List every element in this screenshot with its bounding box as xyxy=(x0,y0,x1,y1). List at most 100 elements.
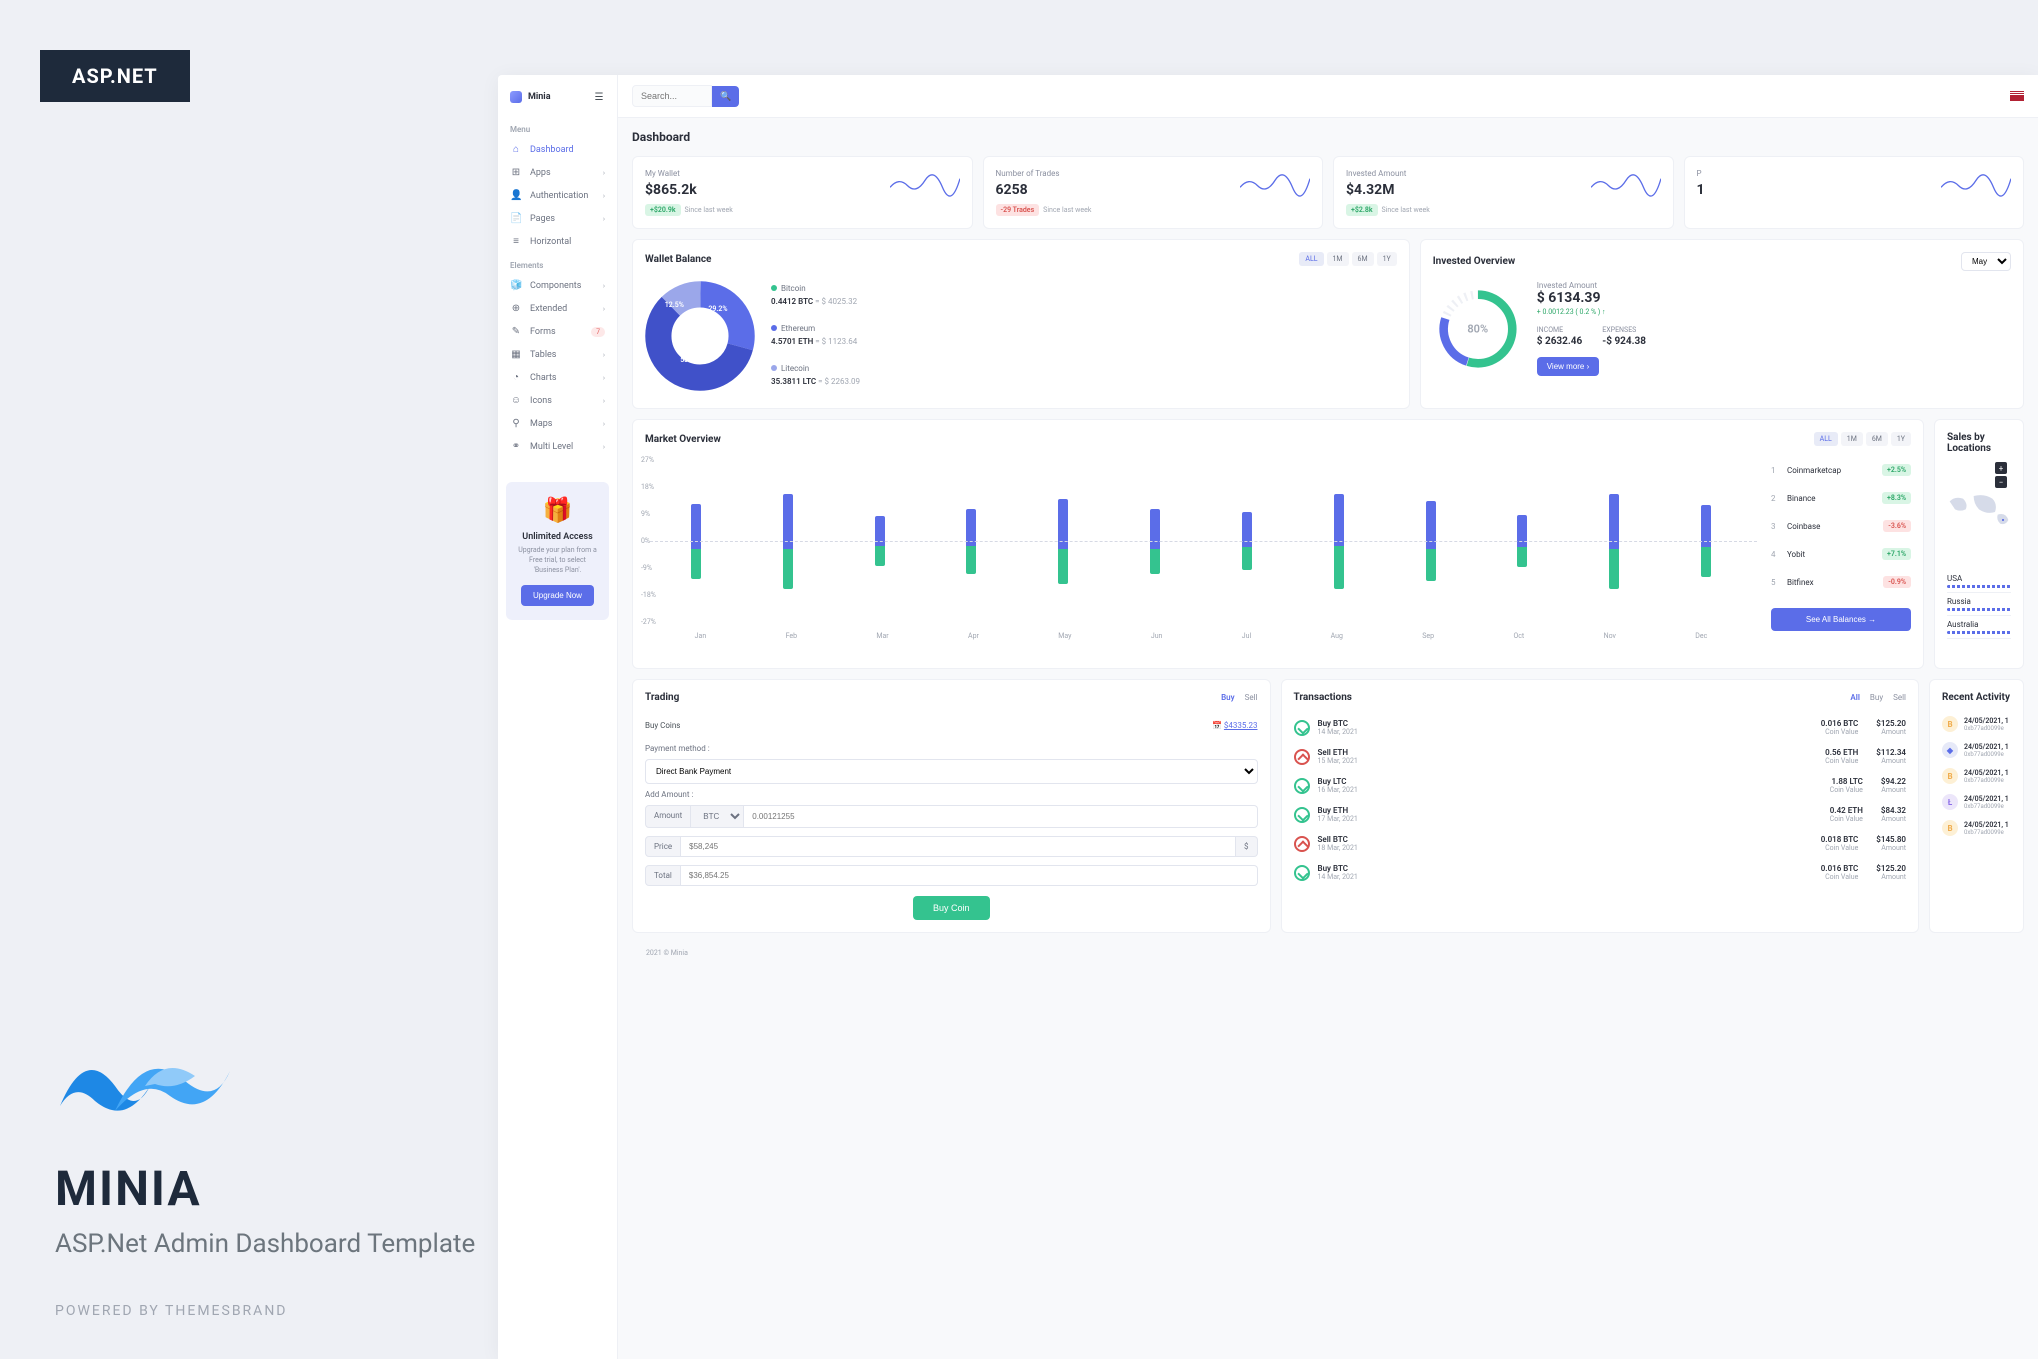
bar-aug xyxy=(1298,456,1380,626)
tx-amount-label: Amount xyxy=(1876,873,1906,881)
stat-note: Since last week xyxy=(1382,206,1430,214)
promo-card: 🎁 Unlimited Access Upgrade your plan fro… xyxy=(506,482,609,620)
bar-apr xyxy=(930,456,1012,626)
balance-name: Bitfinex xyxy=(1783,578,1883,587)
activity-row[interactable]: B 24/05/2021, 10xb77ad0099e xyxy=(1942,815,2011,841)
sidebar-item-maps[interactable]: ⚲Maps› xyxy=(498,412,617,435)
transaction-row[interactable]: Buy BTC14 Mar, 2021 0.016 BTCCoin Value … xyxy=(1294,713,1907,742)
donut-pct-bitcoin: 29.2% xyxy=(708,305,727,313)
hamburger-icon[interactable]: ☰ xyxy=(593,92,605,103)
sidebar-item-components[interactable]: 🧊Components› xyxy=(498,274,617,297)
stat-label: Invested Amount xyxy=(1346,169,1430,178)
sidebar-item-charts[interactable]: ◔Charts› xyxy=(498,366,617,389)
range-tab-1y[interactable]: 1Y xyxy=(1891,432,1911,446)
tab-buy[interactable]: Buy xyxy=(1221,693,1235,702)
transaction-row[interactable]: Buy LTC16 Mar, 2021 1.88 LTCCoin Value $… xyxy=(1294,771,1907,800)
tx-tab-buy[interactable]: Buy xyxy=(1870,693,1883,702)
map-zoom-in[interactable]: + xyxy=(1995,462,2007,474)
sidebar-brand[interactable]: Minia xyxy=(510,91,551,103)
sidebar-icon: 🧊 xyxy=(510,280,522,291)
balance-row[interactable]: 1 Coinmarketcap +2.5% xyxy=(1771,456,1911,484)
balance-row[interactable]: 2 Binance +8.3% xyxy=(1771,484,1911,512)
tx-date: 14 Mar, 2021 xyxy=(1318,873,1813,881)
price-input[interactable] xyxy=(681,836,1236,857)
sell-arrow-icon xyxy=(1294,749,1310,765)
sales-by-locations-card: Sales by Locations + − xyxy=(1934,419,2024,669)
activity-row[interactable]: ◆ 24/05/2021, 10xb77ad0099e xyxy=(1942,737,2011,763)
activity-title: Recent Activity xyxy=(1942,692,2011,703)
sidebar-item-forms[interactable]: ✎Forms7 xyxy=(498,320,617,343)
activity-row[interactable]: B 24/05/2021, 10xb77ad0099e xyxy=(1942,711,2011,737)
sidebar-item-apps[interactable]: ⊞Apps› xyxy=(498,161,617,184)
chevron-right-icon: › xyxy=(603,192,605,200)
calendar-icon[interactable]: 📅 xyxy=(1212,721,1222,730)
tx-coin-value: 0.42 ETH xyxy=(1830,806,1863,815)
flag-icon[interactable] xyxy=(2010,91,2024,101)
balance-row[interactable]: 3 Coinbase -3.6% xyxy=(1771,512,1911,540)
x-tick-label: May xyxy=(1058,632,1071,640)
search-button[interactable]: 🔍 xyxy=(712,86,739,107)
legend-dot-icon xyxy=(771,285,777,291)
range-tab-6m[interactable]: 6M xyxy=(1352,252,1374,266)
promo-title: Unlimited Access xyxy=(514,532,601,542)
upgrade-button[interactable]: Upgrade Now xyxy=(521,585,594,606)
sidebar-item-extended[interactable]: ⊕Extended› xyxy=(498,297,617,320)
balance-row[interactable]: 4 Yobit +7.1% xyxy=(1771,540,1911,568)
tx-amount: $145.80 xyxy=(1876,835,1906,844)
range-tab-1m[interactable]: 1M xyxy=(1841,432,1863,446)
sidebar-item-tables[interactable]: ▦Tables› xyxy=(498,343,617,366)
brand-text: Minia xyxy=(528,92,551,102)
search-input[interactable] xyxy=(632,85,712,107)
range-tab-all[interactable]: ALL xyxy=(1299,252,1323,266)
tx-title: Sell ETH xyxy=(1318,748,1818,757)
sidebar-item-label: Extended xyxy=(530,304,567,314)
range-tab-1y[interactable]: 1Y xyxy=(1377,252,1397,266)
balance-pct: -3.6% xyxy=(1883,520,1911,532)
sparkline-chart xyxy=(890,169,960,197)
sidebar-item-authentication[interactable]: 👤Authentication› xyxy=(498,184,617,207)
transaction-row[interactable]: Buy BTC14 Mar, 2021 0.016 BTCCoin Value … xyxy=(1294,858,1907,887)
transaction-row[interactable]: Sell ETH15 Mar, 2021 0.56 ETHCoin Value … xyxy=(1294,742,1907,771)
range-tab-1m[interactable]: 1M xyxy=(1327,252,1349,266)
activity-row[interactable]: Ł 24/05/2021, 10xb77ad0099e xyxy=(1942,789,2011,815)
balance-pct: +8.3% xyxy=(1882,492,1911,504)
bar-dec xyxy=(1665,456,1747,626)
currency-select[interactable]: BTC xyxy=(691,805,744,828)
sidebar-item-horizontal[interactable]: ≡Horizontal xyxy=(498,230,617,253)
legend-value: 0.4412 BTC = $ 4025.32 xyxy=(771,297,1397,306)
stat-label: Number of Trades xyxy=(996,169,1092,178)
view-more-button[interactable]: View more › xyxy=(1537,357,1600,376)
tx-tab-all[interactable]: All xyxy=(1850,693,1860,702)
range-tab-all[interactable]: ALL xyxy=(1814,432,1838,446)
activity-row[interactable]: B 24/05/2021, 10xb77ad0099e xyxy=(1942,763,2011,789)
buy-coin-button[interactable]: Buy Coin xyxy=(913,896,990,920)
transaction-row[interactable]: Buy ETH17 Mar, 2021 0.42 ETHCoin Value $… xyxy=(1294,800,1907,829)
expenses-label: EXPENSES xyxy=(1602,326,1646,334)
total-input[interactable] xyxy=(681,865,1258,886)
available-balance[interactable]: $4335.23 xyxy=(1224,721,1258,730)
transaction-row[interactable]: Sell BTC18 Mar, 2021 0.018 BTCCoin Value… xyxy=(1294,829,1907,858)
sidebar-item-icons[interactable]: ☺Icons› xyxy=(498,389,617,412)
invested-delta: + 0.0012.23 ( 0.2 % ) ↑ xyxy=(1537,308,2011,316)
tx-date: 15 Mar, 2021 xyxy=(1318,757,1818,765)
sidebar-item-pages[interactable]: 📄Pages› xyxy=(498,207,617,230)
x-tick-label: Jan xyxy=(695,632,707,640)
sidebar-item-label: Dashboard xyxy=(530,145,574,155)
range-tab-6m[interactable]: 6M xyxy=(1866,432,1888,446)
sparkline-chart xyxy=(1941,169,2011,197)
tab-sell[interactable]: Sell xyxy=(1245,693,1258,702)
tx-coin-value: 0.016 BTC xyxy=(1821,864,1859,873)
month-select[interactable]: May xyxy=(1961,252,2011,271)
buy-arrow-icon xyxy=(1294,720,1310,736)
amount-input[interactable] xyxy=(744,805,1257,828)
location-item: USA xyxy=(1947,570,2011,593)
balance-row[interactable]: 5 Bitfinex -0.9% xyxy=(1771,568,1911,596)
map-zoom-out[interactable]: − xyxy=(1995,476,2007,488)
total-addon: Total xyxy=(645,865,681,886)
payment-method-select[interactable]: Direct Bank Payment xyxy=(645,759,1258,784)
tx-title: Buy ETH xyxy=(1318,806,1822,815)
sidebar-item-multi-level[interactable]: ⚭Multi Level› xyxy=(498,435,617,458)
sidebar-item-dashboard[interactable]: ⌂Dashboard xyxy=(498,138,617,161)
tx-tab-sell[interactable]: Sell xyxy=(1893,693,1906,702)
see-all-balances-button[interactable]: See All Balances → xyxy=(1771,608,1911,631)
